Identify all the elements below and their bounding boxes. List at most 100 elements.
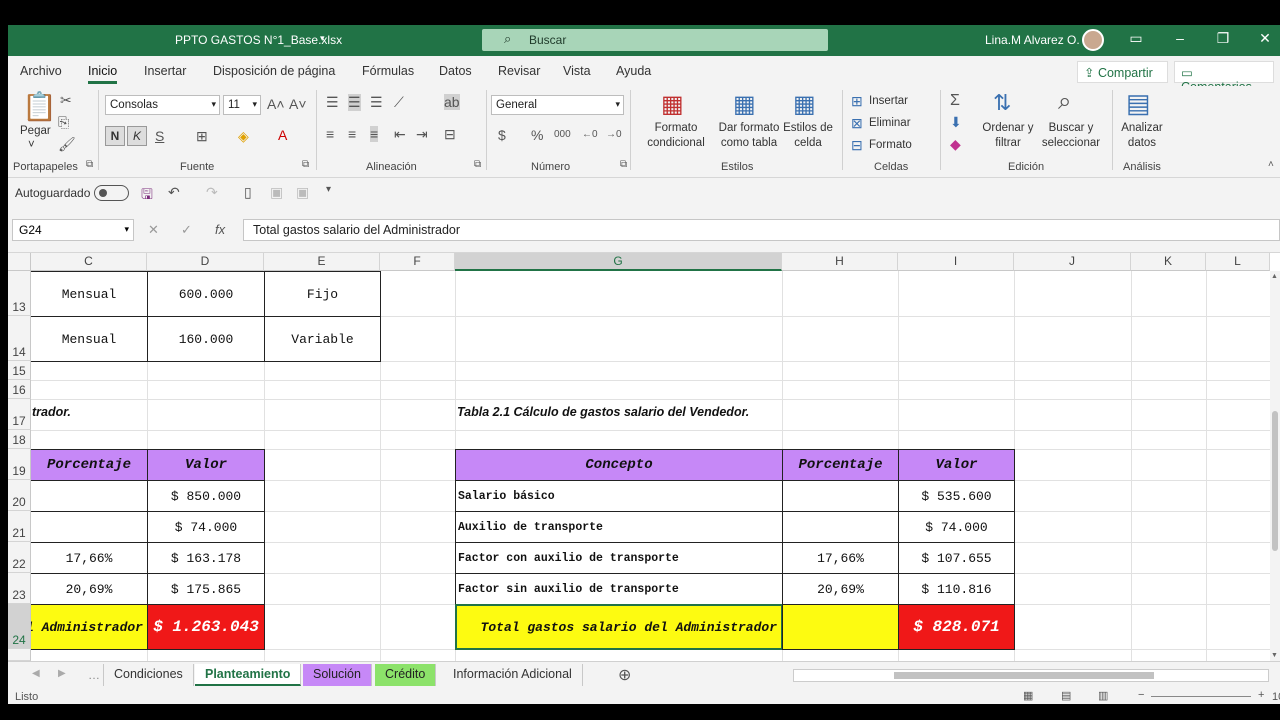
- wrap-text-icon[interactable]: ab: [444, 94, 460, 110]
- prev-sheet-icon[interactable]: ◀: [32, 668, 40, 679]
- scroll-thumb[interactable]: [894, 672, 1154, 679]
- cell-styles-icon[interactable]: ▦: [793, 90, 816, 119]
- row-header-22[interactable]: 22: [8, 542, 31, 573]
- save-icon[interactable]: 🖫: [141, 184, 153, 208]
- analyze-data-icon[interactable]: ▤: [1126, 88, 1151, 119]
- print-preview-icon[interactable]: ▣: [270, 184, 283, 201]
- decrease-decimal-icon[interactable]: →0: [606, 129, 622, 140]
- increase-decimal-icon[interactable]: ←0: [582, 129, 598, 140]
- font-size-select[interactable]: 11 ▾: [223, 95, 261, 115]
- right-total-value[interactable]: $ 828.071: [898, 604, 1015, 650]
- copy-icon[interactable]: ⎘: [58, 114, 69, 131]
- zoom-in-icon[interactable]: +: [1258, 689, 1264, 701]
- enter-icon[interactable]: ✓: [181, 222, 192, 238]
- conditional-format-label[interactable]: Formato condicional: [636, 121, 716, 151]
- table-cell[interactable]: $ 850.000: [147, 480, 265, 512]
- left-total-value[interactable]: $ 1.263.043: [147, 604, 265, 650]
- sort-filter-label[interactable]: Ordenar y filtrar: [978, 121, 1038, 151]
- dialog-launcher-icon[interactable]: ⧉: [302, 159, 309, 170]
- new-file-icon[interactable]: ▯: [244, 184, 252, 201]
- cut-icon[interactable]: ✂: [60, 92, 72, 109]
- dialog-launcher-icon[interactable]: ⧉: [474, 159, 481, 170]
- row-header-15[interactable]: 15: [8, 361, 31, 380]
- comments-button[interactable]: ▭ Comentarios: [1174, 61, 1274, 94]
- format-cells-icon[interactable]: ⊟: [851, 137, 863, 154]
- clear-icon[interactable]: ◆: [950, 136, 961, 153]
- table-cell[interactable]: Salario básico: [455, 480, 783, 512]
- next-sheet-icon[interactable]: ▶: [58, 668, 66, 679]
- file-name[interactable]: PPTO GASTOS N°1_Base.xlsx: [175, 33, 342, 47]
- format-table-label[interactable]: Dar formato como tabla: [713, 121, 785, 151]
- underline-icon[interactable]: S: [155, 128, 164, 144]
- table-cell[interactable]: Fijo: [264, 271, 381, 317]
- font-name-select[interactable]: Consolas ▾: [105, 95, 220, 115]
- tab-disposicion[interactable]: Disposición de página: [213, 64, 335, 78]
- autosum-icon[interactable]: Σ: [950, 92, 960, 110]
- delete-cells-icon[interactable]: ⊠: [851, 115, 863, 132]
- paste-label[interactable]: Pegar: [20, 124, 51, 139]
- customize-toolbar-icon[interactable]: ▾: [326, 184, 331, 195]
- row-header-25[interactable]: [8, 649, 31, 661]
- page-break-icon[interactable]: ▥: [1098, 689, 1108, 702]
- decrease-font-icon[interactable]: A˅: [289, 96, 307, 112]
- table-cell[interactable]: Variable: [264, 316, 381, 362]
- zoom-level[interactable]: 100%: [1272, 691, 1280, 703]
- tab-insertar[interactable]: Insertar: [144, 64, 186, 78]
- table-cell[interactable]: 600.000: [147, 271, 265, 317]
- sheet-tab-condiciones[interactable]: Condiciones: [103, 664, 194, 686]
- analyze-label[interactable]: Analizar datos: [1116, 121, 1168, 151]
- font-color-icon[interactable]: A: [278, 127, 287, 143]
- borders-icon[interactable]: ⊞: [196, 128, 208, 145]
- scroll-down-icon[interactable]: ▼: [1271, 652, 1278, 659]
- avatar[interactable]: [1082, 29, 1104, 51]
- ribbon-display-icon[interactable]: ▭: [1121, 30, 1151, 47]
- format-label[interactable]: Formato: [869, 138, 912, 153]
- tab-vista[interactable]: Vista: [563, 64, 591, 78]
- row-header-23[interactable]: 23: [8, 573, 31, 604]
- align-center-icon[interactable]: ≡: [348, 126, 356, 142]
- zoom-slider[interactable]: [1151, 696, 1251, 697]
- table-cell[interactable]: $ 163.178: [147, 542, 265, 574]
- right-total-label-selected[interactable]: Total gastos salario del Administrador: [455, 604, 783, 650]
- percent-icon[interactable]: %: [531, 127, 543, 143]
- scroll-up-icon[interactable]: ▲: [1271, 273, 1278, 280]
- col-header-l[interactable]: L: [1206, 253, 1270, 271]
- chevron-down-icon[interactable]: ▾: [320, 33, 325, 44]
- row-header-16[interactable]: 16: [8, 380, 31, 399]
- table-cell[interactable]: Mensual: [31, 271, 148, 317]
- name-box[interactable]: G24 ▾: [12, 219, 134, 241]
- page-layout-icon[interactable]: ▤: [1061, 689, 1071, 702]
- increase-indent-icon[interactable]: ⇥: [416, 126, 428, 143]
- normal-view-icon[interactable]: ▦: [1023, 689, 1033, 702]
- cancel-icon[interactable]: ✕: [148, 222, 159, 238]
- align-middle-icon[interactable]: ☰: [348, 94, 361, 111]
- table-cell[interactable]: Factor con auxilio de transporte: [455, 542, 783, 574]
- table-cell[interactable]: 20,69%: [31, 573, 148, 605]
- maximize-icon[interactable]: ❐: [1208, 30, 1238, 47]
- share-button[interactable]: ⇪ Compartir: [1077, 61, 1168, 83]
- more-sheets-icon[interactable]: …: [88, 668, 100, 682]
- row-header-17[interactable]: 17: [8, 399, 31, 430]
- paste-icon[interactable]: 📋: [22, 90, 57, 123]
- currency-icon[interactable]: $: [498, 127, 506, 143]
- delete-label[interactable]: Eliminar: [869, 116, 911, 131]
- format-table-icon[interactable]: ▦: [733, 90, 756, 119]
- align-bottom-icon[interactable]: ☰: [370, 94, 383, 111]
- sheet-tab-informacion[interactable]: Información Adicional: [443, 664, 583, 686]
- col-header-h[interactable]: H: [782, 253, 898, 271]
- orientation-icon[interactable]: ⟋: [394, 94, 404, 111]
- find-select-label[interactable]: Buscar y seleccionar: [1036, 121, 1106, 151]
- insert-label[interactable]: Insertar: [869, 94, 908, 109]
- redo-icon[interactable]: ↷: [206, 184, 218, 201]
- table-cell[interactable]: Mensual: [31, 316, 148, 362]
- close-icon[interactable]: ✕: [1250, 30, 1280, 47]
- col-header-e[interactable]: E: [264, 253, 380, 271]
- table-cell[interactable]: $ 74.000: [898, 511, 1015, 543]
- undo-icon[interactable]: ↶: [168, 184, 180, 201]
- col-header-f[interactable]: F: [380, 253, 455, 271]
- table-cell[interactable]: $ 535.600: [898, 480, 1015, 512]
- autosave-toggle[interactable]: [94, 185, 129, 201]
- col-header-j[interactable]: J: [1014, 253, 1131, 271]
- scroll-thumb[interactable]: [1272, 411, 1278, 551]
- col-header-c[interactable]: C: [31, 253, 147, 271]
